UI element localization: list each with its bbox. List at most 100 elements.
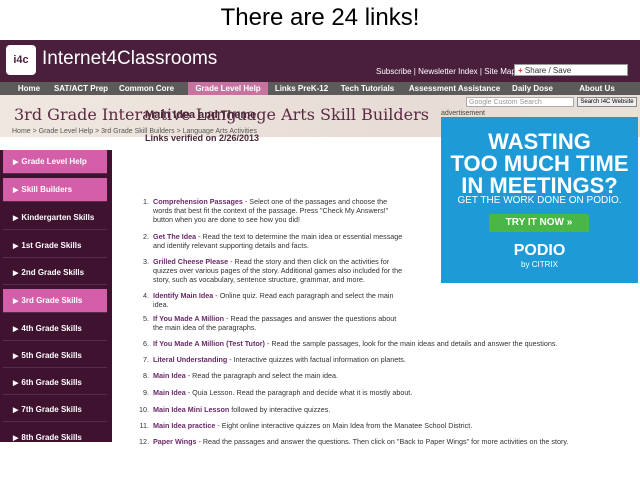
- site-logo-icon[interactable]: i4c: [6, 45, 36, 75]
- chevron-right-icon: ▶: [13, 215, 19, 222]
- resource-description: - Read the passages and answer the quest…: [196, 437, 569, 446]
- resource-link[interactable]: If You Made A Million: [153, 314, 224, 323]
- ad-label: advertisement: [441, 110, 485, 117]
- site-header: i4c Internet4Classrooms Subscribe | News…: [0, 40, 640, 82]
- sidebar-item-2nd-grade-skills[interactable]: ▶ 2nd Grade Skills: [3, 261, 107, 285]
- ad-subtext: GET THE WORK DONE ON PODIO.: [457, 195, 622, 206]
- nav-daily-dose[interactable]: Daily Dose: [507, 82, 558, 95]
- list-item-number: 6.: [143, 339, 149, 348]
- nav-grade-level-help[interactable]: Grade Level Help: [188, 82, 268, 95]
- list-item-text: Main Idea - Read the paragraph and selec…: [153, 371, 623, 380]
- resource-link[interactable]: Literal Understanding: [153, 355, 227, 364]
- ad-line-2: TOO MUCH TIME: [450, 151, 629, 176]
- sidebar-item-5th-grade-skills[interactable]: ▶ 5th Grade Skills: [3, 344, 107, 368]
- sidebar-item-1st-grade-skills[interactable]: ▶ 1st Grade Skills: [3, 234, 107, 258]
- share-plus-icon: +: [518, 66, 523, 75]
- sidebar-item-kindergarten-skills[interactable]: ▶ Kindergarten Skills: [3, 206, 107, 230]
- sidebar-item-label: 3rd Grade Skills: [21, 296, 83, 305]
- list-item-text: Main Idea Mini Lesson followed by intera…: [153, 405, 623, 414]
- sidebar-item-label: Kindergarten Skills: [21, 213, 95, 222]
- sidebar-item-3rd-grade-skills[interactable]: ▶ 3rd Grade Skills: [3, 289, 107, 313]
- list-item-text: If You Made A Million (Test Tutor) - Rea…: [153, 339, 623, 348]
- resource-link[interactable]: Main Idea: [153, 388, 186, 397]
- list-item-number: 3.: [143, 257, 149, 266]
- share-label: Share / Save: [524, 66, 572, 75]
- chevron-right-icon: ▶: [13, 380, 19, 387]
- resource-description: - Interactive quizzes with factual infor…: [227, 355, 406, 364]
- resource-description: - Read the passages and answer the quest…: [224, 314, 397, 323]
- resource-description: - Eight online interactive quizzes on Ma…: [215, 421, 473, 430]
- list-item-number: 7.: [143, 355, 149, 364]
- list-item-number: 9.: [143, 388, 149, 397]
- sidebar-item-6th-grade-skills[interactable]: ▶ 6th Grade Skills: [3, 371, 107, 395]
- chevron-right-icon: ▶: [13, 435, 19, 442]
- resource-link[interactable]: Get The Idea: [153, 232, 196, 241]
- list-item-text: Identify Main Idea - Online quiz. Read e…: [153, 291, 453, 309]
- sidebar-item-skill-builders[interactable]: ▶ Skill Builders: [3, 178, 107, 202]
- share-save-button[interactable]: + Share / Save: [514, 64, 628, 76]
- list-item-number: 1.: [143, 197, 149, 206]
- sidebar-item-7th-grade-skills[interactable]: ▶ 7th Grade Skills: [3, 398, 107, 422]
- nav-links-prek-12[interactable]: Links PreK-12: [268, 82, 335, 95]
- sidebar-item-label: 4th Grade Skills: [21, 324, 82, 333]
- sidebar-item-label: Grade Level Help: [21, 157, 87, 166]
- ad-by-citrix: by CITRIX: [521, 260, 558, 269]
- chevron-right-icon: ▶: [13, 407, 19, 414]
- resource-link[interactable]: Main Idea: [153, 371, 186, 380]
- site-name[interactable]: Internet4Classrooms: [42, 48, 217, 70]
- nav-about-us[interactable]: About Us: [562, 82, 632, 95]
- sidebar-item-label: 8th Grade Skills: [21, 433, 82, 442]
- resource-description: - Select one of the passages and choose …: [242, 197, 388, 206]
- list-item-number: 12.: [139, 437, 149, 446]
- header-utility-links[interactable]: Subscribe | Newsletter Index | Site Map: [376, 67, 516, 76]
- resource-description: followed by interactive quizzes.: [229, 405, 331, 414]
- main-nav: Home SAT/ACT Prep Common Core Grade Level H…: [0, 82, 640, 95]
- resource-link[interactable]: If You Made A Million (Test Tutor): [153, 339, 265, 348]
- chevron-right-icon: ▶: [13, 187, 19, 194]
- list-item-number: 5.: [143, 314, 149, 323]
- nav-assessment-assistance[interactable]: Assessment Assistance: [404, 82, 505, 95]
- list-item-text: Comprehension Passages - Select one of t…: [153, 197, 453, 224]
- resource-description: - Quia Lesson. Read the paragraph and de…: [185, 388, 413, 397]
- sidebar-item-grade-level-help[interactable]: ▶ Grade Level Help: [3, 150, 107, 174]
- resource-link[interactable]: Identify Main Idea: [153, 291, 213, 300]
- sidebar-item-label: 7th Grade Skills: [21, 405, 82, 414]
- advertisement-banner[interactable]: WASTING TOO MUCH TIME IN MEETINGS? GET T…: [441, 117, 638, 283]
- list-item-text: Grilled Cheese Please - Read the story a…: [153, 257, 453, 284]
- section-heading: Main Idea and Theme: [145, 109, 257, 121]
- nav-sat-act-prep[interactable]: SAT/ACT Prep: [52, 82, 110, 95]
- resource-link[interactable]: Main Idea Mini Lesson: [153, 405, 229, 414]
- ad-try-button[interactable]: TRY IT NOW »: [489, 214, 589, 232]
- list-item-number: 11.: [139, 421, 149, 430]
- sidebar-item-label: 1st Grade Skills: [21, 241, 82, 250]
- search-button[interactable]: Search I4C Website: [577, 97, 637, 107]
- list-item-number: 10.: [139, 405, 149, 414]
- ad-line-3: IN MEETINGS?: [461, 173, 618, 198]
- nav-home[interactable]: Home: [10, 82, 48, 95]
- sidebar-item-8th-grade-skills[interactable]: ▶ 8th Grade Skills: [3, 426, 107, 442]
- resource-link[interactable]: Main Idea practice: [153, 421, 215, 430]
- sidebar-item-4th-grade-skills[interactable]: ▶ 4th Grade Skills: [3, 317, 107, 341]
- nav-common-core[interactable]: Common Core: [115, 82, 178, 95]
- sidebar: ▶ Grade Level Help ▶ Skill Builders ▶ Kinderg…: [0, 150, 112, 442]
- resource-link[interactable]: Paper Wings: [153, 437, 196, 446]
- resource-link[interactable]: Grilled Cheese Please: [153, 257, 228, 266]
- nav-tech-tutorials[interactable]: Tech Tutorials: [335, 82, 400, 95]
- sidebar-item-label: Skill Builders: [21, 185, 73, 194]
- resource-description-line: words that best fit the context of the p…: [153, 206, 389, 215]
- ad-line-1: WASTING: [488, 129, 591, 154]
- ad-headline: WASTING TOO MUCH TIME IN MEETINGS?: [441, 131, 638, 197]
- resource-description: - Read the text to determine the main id…: [196, 232, 403, 241]
- list-item-number: 2.: [143, 232, 149, 241]
- resource-link[interactable]: Comprehension Passages: [153, 197, 243, 206]
- resource-description-line: quizzes over various pages of the story.…: [153, 266, 403, 275]
- resource-description: - Read the paragraph and select the main…: [185, 371, 338, 380]
- search-input[interactable]: Google Custom Search: [466, 97, 574, 107]
- chevron-right-icon: ▶: [13, 243, 19, 250]
- list-item-number: 8.: [143, 371, 149, 380]
- chevron-right-icon: ▶: [13, 159, 19, 166]
- slide-caption: There are 24 links!: [220, 4, 420, 31]
- sidebar-item-label: 2nd Grade Skills: [21, 268, 85, 277]
- sidebar-item-label: 6th Grade Skills: [21, 378, 82, 387]
- resource-description: - Read the story and then click on the a…: [228, 257, 390, 266]
